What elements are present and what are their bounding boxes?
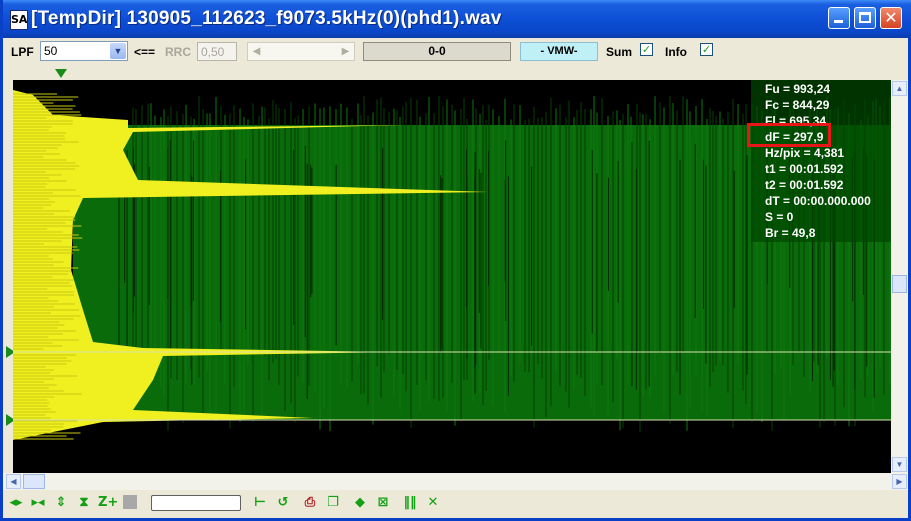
progress-bar — [151, 495, 241, 511]
mode-indicator[interactable]: - VMW- — [520, 42, 598, 61]
stop-icon[interactable] — [123, 495, 137, 509]
lpf-label: LPF — [11, 45, 34, 59]
cursor-left-icon[interactable]: ⊢ — [251, 495, 269, 511]
sum-checkbox[interactable]: ✓ — [640, 43, 653, 56]
bars-icon[interactable]: ‖‖ — [401, 495, 419, 511]
horizontal-scroll-thumb[interactable] — [23, 474, 45, 489]
range-counter: 0-0 — [363, 42, 511, 61]
window-title: [TempDir] 130905_112623_f9073.5kHz(0)(ph… — [31, 8, 502, 29]
sum-label: Sum — [606, 45, 633, 59]
dt-value: dT = 00:00.000.000 — [765, 194, 871, 208]
zoom-fit-icon[interactable]: ⊠ — [374, 495, 392, 511]
apply-arrow-button[interactable]: <== — [134, 45, 155, 59]
scroll-up-icon[interactable]: ▲ — [892, 81, 907, 96]
t1-value: t1 = 00:01.592 — [765, 162, 844, 176]
hzpix-value: Hz/pix = 4,381 — [765, 146, 845, 160]
rrc-label: RRC — [165, 45, 191, 59]
vertical-scrollbar[interactable]: ▲ ▼ — [891, 80, 908, 473]
maximize-icon — [859, 12, 871, 23]
scroll-down-icon[interactable]: ▼ — [892, 457, 907, 472]
cross-icon[interactable]: ✕ — [424, 495, 442, 511]
df-highlight-box — [747, 123, 831, 147]
scroll-left-icon[interactable]: ◀ — [6, 474, 21, 489]
app-icon[interactable]: SA — [10, 10, 28, 30]
diamond-icon[interactable]: ◆ — [351, 495, 369, 511]
info-label: Info — [665, 45, 687, 59]
slider-left-icon[interactable]: ◀ — [249, 44, 264, 59]
rrc-slider[interactable]: ◀ ▶ — [247, 42, 355, 61]
rrc-input[interactable]: 0,50 — [197, 42, 237, 61]
chevron-down-icon[interactable]: ▼ — [110, 43, 126, 59]
minimize-icon — [834, 20, 843, 23]
info-checkbox[interactable]: ✓ — [700, 43, 713, 56]
nav-up-down-icon[interactable]: ⇕ — [52, 495, 70, 511]
time-marker-icon[interactable] — [55, 69, 67, 78]
bottom-toolbar: ◂▸ ▸◂ ⇕ ⧗ Z+ ⊢ ↺ ⎙ ❐ ◆ ⊠ ‖‖ ✕ — [3, 490, 908, 518]
lpf-value: 50 — [44, 44, 58, 58]
export-icon[interactable]: ⎙ — [301, 495, 319, 511]
horizontal-scrollbar[interactable]: ◀ ▶ — [3, 473, 908, 490]
toolbar: LPF 50 ▼ <== RRC 0,50 ◀ ▶ 0-0 - VMW- Sum… — [3, 38, 908, 66]
zoom-y-icon[interactable]: ⧗ — [75, 495, 93, 511]
s-value: S = 0 — [765, 210, 794, 224]
br-value: Br = 49,8 — [765, 226, 816, 240]
fc-value: Fc = 844,29 — [765, 98, 830, 112]
time-ruler[interactable] — [3, 66, 908, 80]
maximize-button[interactable] — [854, 7, 876, 29]
minimize-button[interactable] — [828, 7, 850, 29]
t2-value: t2 = 00:01.592 — [765, 178, 844, 192]
fu-value: Fu = 993,24 — [765, 82, 831, 96]
loop-icon[interactable]: ↺ — [274, 495, 292, 511]
close-icon: ✕ — [884, 8, 898, 27]
info-panel: Fu = 993,24 Fc = 844,29 Fl = 695,34 dF =… — [751, 80, 891, 242]
nav-left-right-icon[interactable]: ◂▸ — [7, 495, 25, 511]
lpf-select[interactable]: 50 ▼ — [40, 41, 128, 61]
frequency-gutter[interactable] — [3, 80, 15, 473]
title-bar[interactable]: SA [TempDir] 130905_112623_f9073.5kHz(0)… — [3, 0, 911, 38]
zoom-plus-icon[interactable]: Z+ — [98, 495, 118, 511]
nav-shrink-icon[interactable]: ▸◂ — [29, 495, 47, 511]
close-button[interactable]: ✕ — [880, 7, 902, 29]
vertical-scroll-thumb[interactable] — [892, 275, 907, 293]
slider-right-icon[interactable]: ▶ — [338, 44, 353, 59]
copy-icon[interactable]: ❐ — [324, 495, 342, 511]
scroll-right-icon[interactable]: ▶ — [892, 474, 907, 489]
